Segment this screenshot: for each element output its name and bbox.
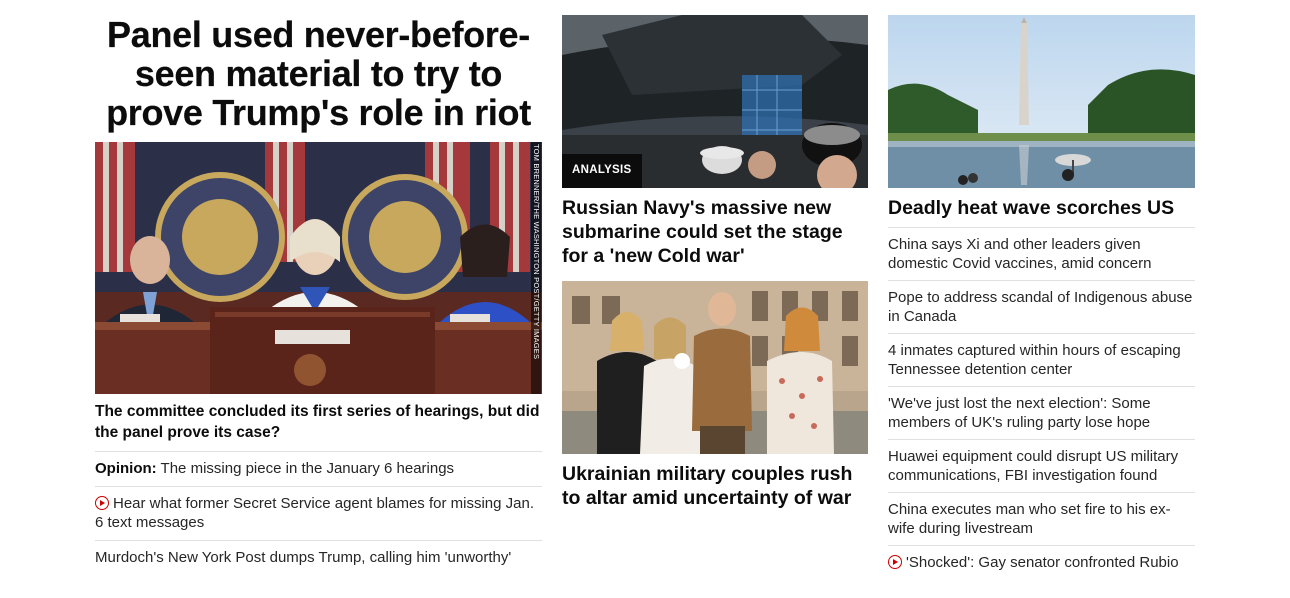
secondary-stories-column: ANALYSIS Russian Navy's massive new subm… — [562, 0, 868, 510]
submarine-photo[interactable]: ANALYSIS — [562, 15, 868, 188]
wedding-photo-graphic — [562, 281, 868, 454]
list-item[interactable]: 4 inmates captured within hours of escap… — [888, 333, 1195, 386]
headlines-column: Deadly heat wave scorches US China says … — [888, 0, 1195, 579]
headline-list: China says Xi and other leaders given do… — [888, 227, 1195, 579]
analysis-badge: ANALYSIS — [562, 154, 642, 188]
list-item-text: Pope to address scandal of Indigenous ab… — [888, 289, 1193, 325]
monument-photo-graphic — [888, 15, 1195, 188]
list-item[interactable]: Hear what former Secret Service agent bl… — [95, 486, 542, 540]
list-item[interactable]: Huawei equipment could disrupt US milita… — [888, 439, 1195, 492]
heat-wave-headline[interactable]: Deadly heat wave scorches US — [888, 196, 1195, 227]
list-item-text: Huawei equipment could disrupt US milita… — [888, 448, 1179, 484]
monument-photo[interactable] — [888, 15, 1195, 188]
main-story-column: Panel used never-before-seen material to… — [95, 0, 542, 575]
hearing-photo[interactable]: TOM BRENNER/THE WASHINGTON POST/GETTY IM… — [95, 142, 542, 394]
submarine-headline[interactable]: Russian Navy's massive new submarine cou… — [562, 196, 868, 268]
play-circle-icon — [95, 496, 109, 510]
list-item[interactable]: China executes man who set fire to his e… — [888, 492, 1195, 545]
list-item[interactable]: Pope to address scandal of Indigenous ab… — [888, 280, 1195, 333]
list-item[interactable]: 'We've just lost the next election': Som… — [888, 386, 1195, 439]
hearing-photo-graphic — [95, 142, 542, 394]
wedding-photo[interactable] — [562, 281, 868, 454]
list-item-text: China executes man who set fire to his e… — [888, 501, 1171, 537]
image-credit: TOM BRENNER/THE WASHINGTON POST/GETTY IM… — [531, 142, 541, 394]
opinion-label: Opinion: — [95, 460, 157, 477]
list-item-text: China says Xi and other leaders given do… — [888, 236, 1152, 272]
list-item[interactable]: Opinion: The missing piece in the Januar… — [95, 451, 542, 486]
banner-headline[interactable]: Panel used never-before-seen material to… — [95, 15, 542, 142]
list-item-text: Hear what former Secret Service agent bl… — [95, 495, 535, 531]
wedding-headline[interactable]: Ukrainian military couples rush to altar… — [562, 462, 868, 510]
list-item[interactable]: 'Shocked': Gay senator confronted Rubio — [888, 545, 1195, 579]
lead-story-headline[interactable]: The committee concluded its first series… — [95, 401, 542, 451]
list-item-text: 'Shocked': Gay senator confronted Rubio — [906, 554, 1179, 571]
play-circle-icon — [888, 555, 902, 569]
list-item-text: Murdoch's New York Post dumps Trump, cal… — [95, 549, 512, 566]
list-item[interactable]: Murdoch's New York Post dumps Trump, cal… — [95, 540, 542, 575]
list-item[interactable]: China says Xi and other leaders given do… — [888, 227, 1195, 280]
list-item-text: The missing piece in the January 6 heari… — [156, 460, 455, 477]
list-item-text: 4 inmates captured within hours of escap… — [888, 342, 1181, 378]
list-item-text: 'We've just lost the next election': Som… — [888, 395, 1151, 431]
